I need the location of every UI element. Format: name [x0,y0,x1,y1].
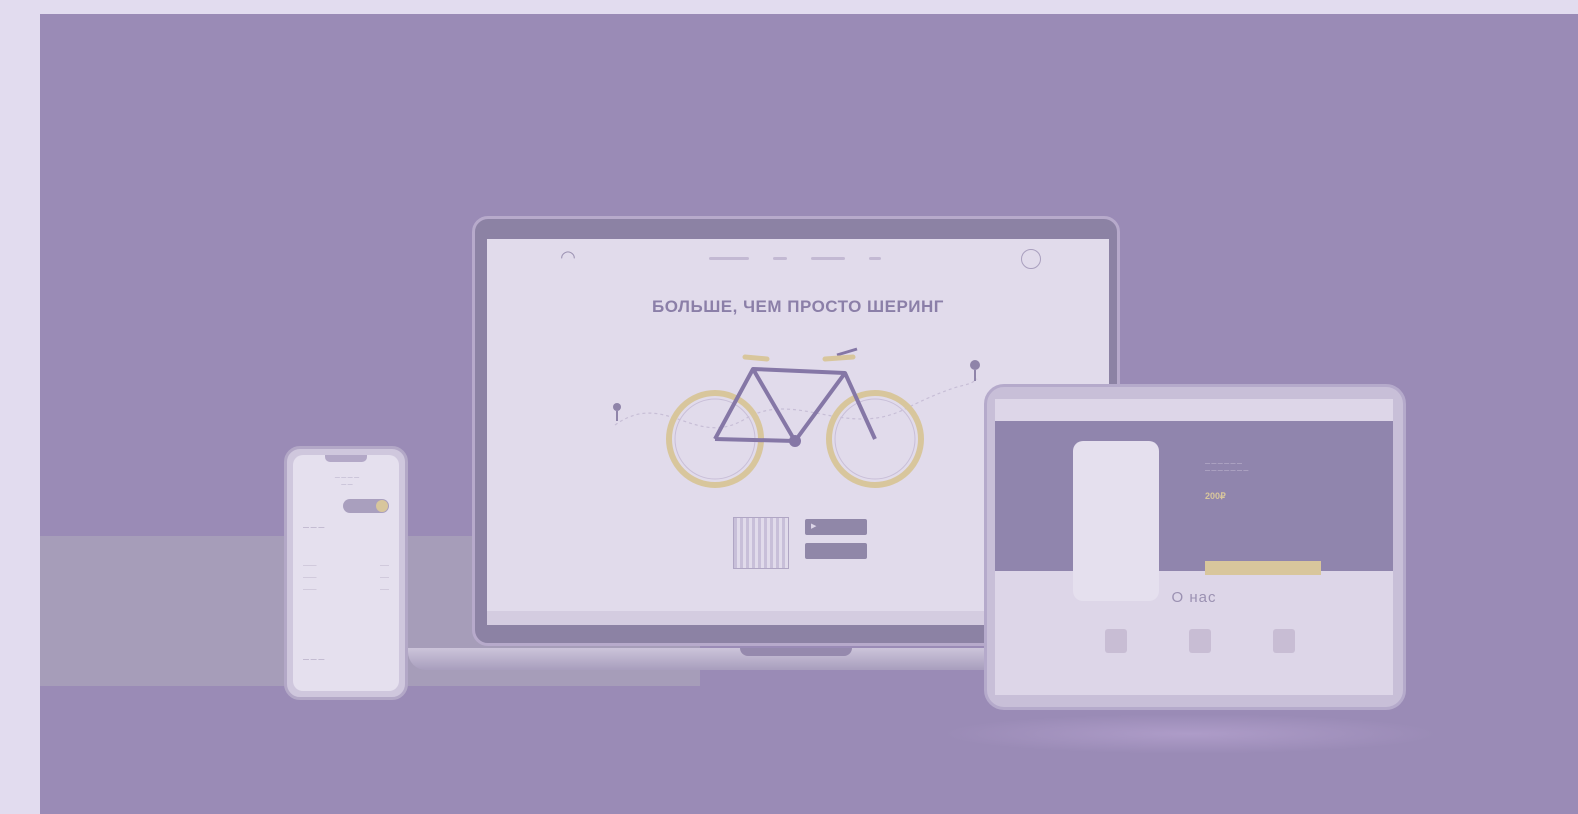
avatar [1105,629,1127,653]
nav-link[interactable] [709,257,749,260]
tablet-phone-map [1073,441,1159,601]
tablet-price: 200₽ [1205,491,1226,501]
toggle-knob [376,500,388,512]
app-store-button[interactable] [805,543,867,559]
mockup-stage: ◠ БОЛЬШЕ, ЧЕМ ПРОСТО ШЕРИНГ ▶ — — — — — … [40,14,1578,814]
list-item: ——— —— [303,587,389,592]
floor-shadow [940,714,1440,754]
hero-title: БОЛЬШЕ, ЧЕМ ПРОСТО ШЕРИНГ [652,297,944,316]
tablet-cta-button[interactable] [1205,561,1321,575]
logo-icon: ◠ [560,247,576,267]
site-nav-links [709,257,881,260]
list-item: ——— —— [303,563,389,568]
tablet-device: — — — — — — — — — — — — — 200₽ О нас [984,384,1406,710]
phone-speaker [325,455,367,462]
avatar [1189,629,1211,653]
google-play-button[interactable]: ▶ [805,519,867,535]
tablet-hero: — — — — — — — — — — — — — 200₽ [995,421,1393,575]
laptop-notch [740,648,852,656]
nav-link[interactable] [773,257,787,260]
bicycle-illustration [613,347,980,488]
phone-section-heading: — — — [303,525,325,531]
laptop-base [408,648,1038,670]
map-pin-icon [613,403,621,421]
qr-code [733,517,789,569]
list-item: ——— —— [303,575,389,580]
user-icon[interactable] [1021,249,1041,269]
map-pin-icon [970,360,980,381]
tablet-heading: — — — — — — — — — — — — — [1205,461,1249,474]
avatar [1273,629,1295,653]
nav-link[interactable] [811,257,845,260]
phone-toggle[interactable] [343,499,389,513]
phone-section-heading: — — — [303,657,325,663]
site-nav: ◠ [487,239,1109,279]
tablet-screen: — — — — — — — — — — — — — 200₽ О нас [995,399,1393,695]
tablet-about-title: О нас [1171,589,1217,606]
phone-device: — — — — — — — — — ——— —— ——— —— ——— —— — — — [284,446,408,700]
phone-title: — — — — — — [334,475,360,488]
nav-link[interactable] [869,257,881,260]
phone-screen: — — — — — — — — — ——— —— ——— —— ——— —— — — — [293,455,399,691]
tablet-team [1105,629,1295,653]
phone-tariff-list: ——— —— ——— —— ——— —— [303,563,389,599]
